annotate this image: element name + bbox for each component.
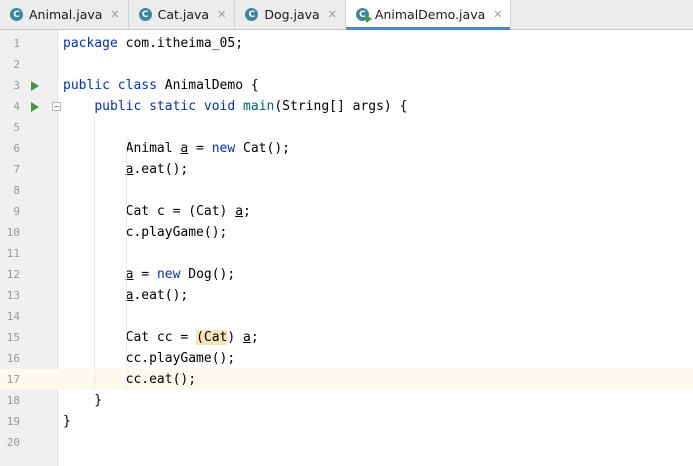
- code-text: public class AnimalDemo {: [63, 78, 259, 93]
- code-text: Cat c = (Cat) a;: [63, 204, 251, 219]
- line-number: 19: [6, 415, 20, 428]
- tab-label: AnimalDemo.java: [374, 7, 486, 22]
- tab-dog-java[interactable]: C Dog.java ✕: [235, 0, 346, 29]
- line-number: 4: [13, 100, 20, 113]
- code-text: }: [63, 393, 103, 408]
- close-icon[interactable]: ✕: [328, 8, 337, 21]
- line-number: 18: [6, 394, 20, 407]
- indent-guide: [126, 138, 127, 390]
- code-text: c.playGame();: [63, 225, 228, 240]
- line-number: 12: [6, 268, 20, 281]
- code-line[interactable]: 12 a = new Dog();: [0, 264, 693, 285]
- code-line[interactable]: 17 cc.eat();: [0, 369, 693, 390]
- code-line[interactable]: 16 cc.playGame();: [0, 348, 693, 369]
- line-number: 7: [13, 163, 20, 176]
- code-line[interactable]: 5: [0, 117, 693, 138]
- code-editor[interactable]: 1 package com.itheima_05; 2 3 public class A…: [0, 30, 693, 466]
- code-text: a = new Dog();: [125, 267, 236, 282]
- code-line[interactable]: 4 public static void main(String[] args)…: [0, 96, 693, 117]
- code-line[interactable]: 8: [0, 180, 693, 201]
- code-text: cc.eat();: [63, 372, 197, 387]
- tab-label: Cat.java: [157, 7, 210, 22]
- line-number: 3: [13, 79, 20, 92]
- code-line[interactable]: 19}: [0, 411, 693, 432]
- code-line[interactable]: 2: [0, 54, 693, 75]
- class-icon: C: [245, 8, 259, 21]
- fold-toggle-icon[interactable]: [52, 102, 61, 111]
- tab-label: Animal.java: [29, 7, 103, 22]
- code-line[interactable]: 6 Animal a = new Cat();: [0, 138, 693, 159]
- class-icon: C: [10, 8, 23, 21]
- class-icon-glyph: C: [359, 9, 366, 20]
- code-line[interactable]: 7 a.eat();: [0, 159, 693, 180]
- line-number: 1: [13, 37, 20, 50]
- code-line[interactable]: 15 Cat cc = (Cat) a;: [0, 327, 693, 348]
- code-text: }: [63, 414, 71, 429]
- code-line[interactable]: 10 c.playGame();: [0, 222, 693, 243]
- code-line[interactable]: 18 }: [0, 390, 693, 411]
- line-number: 20: [6, 436, 20, 449]
- line-number: 14: [6, 310, 20, 323]
- tab-animaldemo-java[interactable]: C AnimalDemo.java ✕: [345, 0, 512, 30]
- line-number: 6: [13, 142, 20, 155]
- line-number: 16: [6, 352, 20, 365]
- line-number: 17: [6, 373, 20, 386]
- code-text: Cat cc = (Cat) a;: [63, 330, 259, 345]
- code-line[interactable]: 3 public class AnimalDemo {: [0, 75, 693, 96]
- code-line[interactable]: 9 Cat c = (Cat) a;: [0, 201, 693, 222]
- line-number: 13: [6, 289, 20, 302]
- code-text: public static void main(String[] args) {: [94, 99, 408, 114]
- run-gutter-icon[interactable]: [31, 81, 39, 91]
- class-icon: C: [138, 8, 152, 21]
- tab-animal-java[interactable]: C Animal.java ✕: [0, 0, 129, 29]
- code-line[interactable]: 11: [0, 243, 693, 264]
- close-icon[interactable]: ✕: [110, 8, 119, 21]
- line-number: 5: [13, 121, 20, 134]
- editor-tab-bar: C Animal.java ✕ C Cat.java ✕ C Dog.java …: [0, 0, 693, 30]
- code-line[interactable]: 13 a.eat();: [0, 285, 693, 306]
- line-number: 10: [6, 226, 20, 239]
- code-line[interactable]: 20: [0, 432, 693, 453]
- code-text: cc.playGame();: [63, 351, 236, 366]
- line-number: 8: [13, 184, 20, 197]
- runnable-class-icon: C: [355, 8, 372, 23]
- close-icon[interactable]: ✕: [493, 8, 502, 21]
- run-gutter-icon[interactable]: [31, 102, 39, 112]
- code-line[interactable]: 1 package com.itheima_05;: [0, 33, 693, 54]
- close-icon[interactable]: ✕: [217, 8, 226, 21]
- tab-cat-java[interactable]: C Cat.java ✕: [129, 0, 236, 29]
- line-number: 15: [6, 331, 20, 344]
- code-line[interactable]: 14: [0, 306, 693, 327]
- line-number: 2: [13, 58, 20, 71]
- code-text: package com.itheima_05;: [63, 36, 244, 51]
- line-number: 11: [6, 247, 20, 260]
- code-text: Animal a = new Cat();: [63, 141, 290, 156]
- line-number: 9: [13, 205, 20, 218]
- indent-guide: [94, 117, 95, 390]
- tab-label: Dog.java: [264, 7, 320, 22]
